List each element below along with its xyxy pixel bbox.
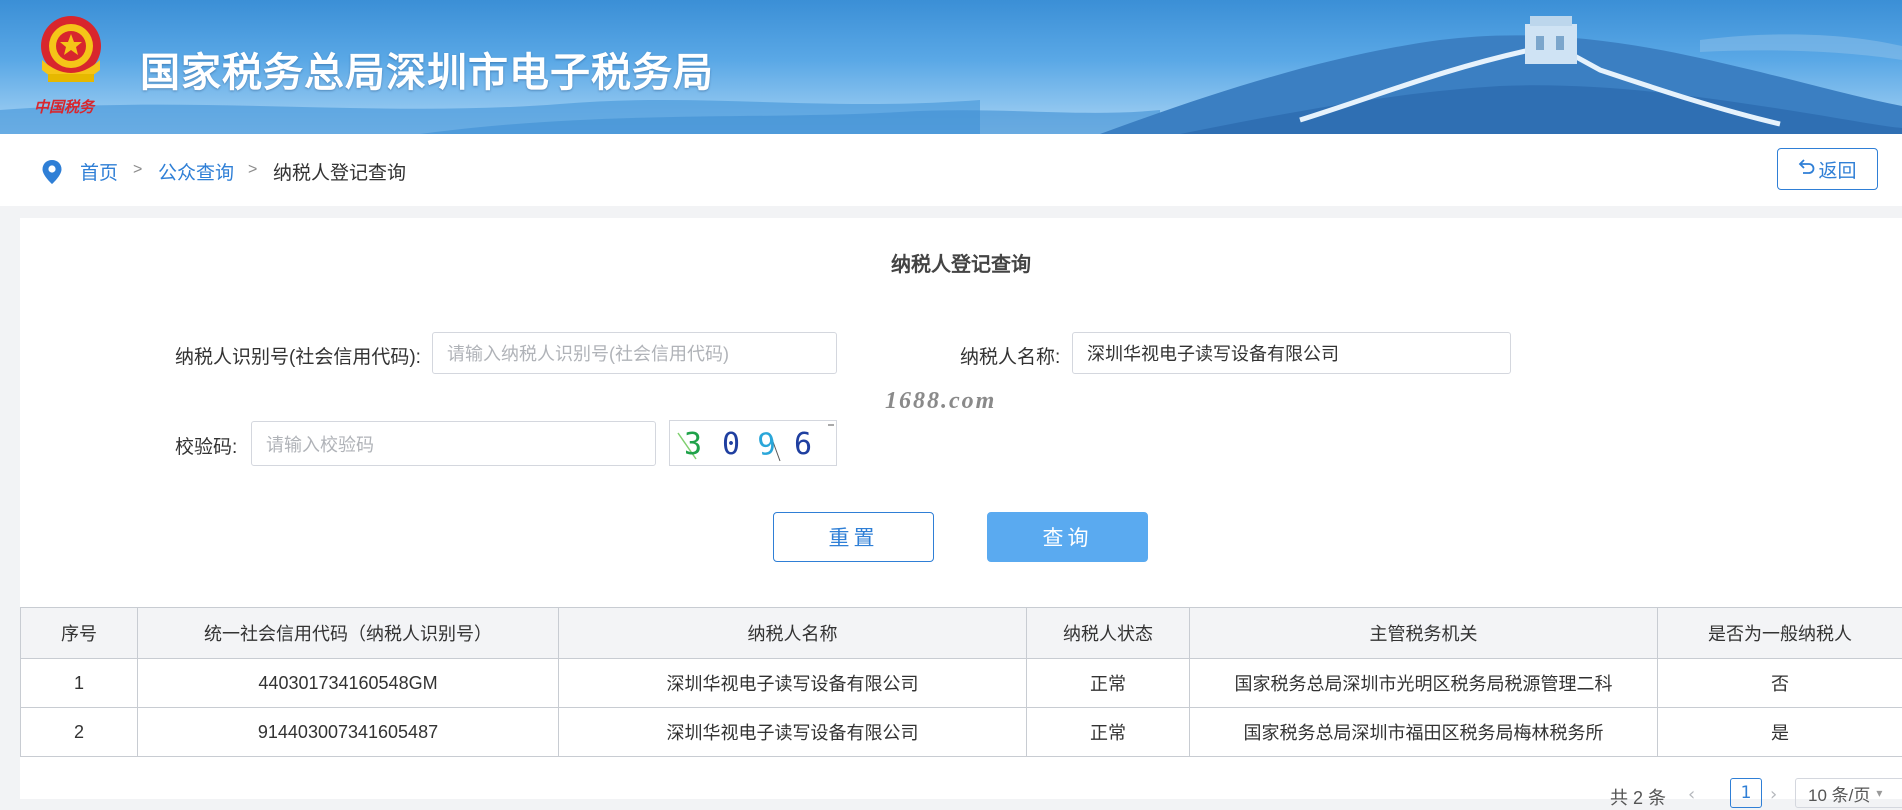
table-cell: 深圳华视电子读写设备有限公司	[559, 708, 1027, 757]
breadcrumb-separator: >	[133, 161, 142, 179]
taxpayer-name-label: 纳税人名称:	[960, 342, 1060, 369]
results-table: 序号 统一社会信用代码（纳税人识别号） 纳税人名称 纳税人状态 主管税务机关 是…	[20, 607, 1902, 757]
site-header-banner: 中国税务 国家税务总局深圳市电子税务局	[0, 0, 1902, 134]
svg-text:3: 3	[684, 427, 702, 462]
taxpayer-id-placeholder: 请输入纳税人识别号(社会信用代码)	[447, 340, 729, 366]
reset-button[interactable]: 重置	[773, 512, 934, 562]
column-header-general-taxpayer: 是否为一般纳税人	[1658, 608, 1902, 659]
return-icon	[1798, 158, 1816, 180]
taxpayer-name-value: 深圳华视电子读写设备有限公司	[1087, 340, 1339, 366]
site-title: 国家税务总局深圳市电子税务局	[140, 40, 714, 98]
pagination-current-page[interactable]: 1	[1730, 778, 1762, 808]
breadcrumb-home-link[interactable]: 首页	[80, 158, 118, 185]
breadcrumb: 首页 > 公众查询 > 纳税人登记查询 返回	[0, 134, 1902, 206]
column-header-index: 序号	[21, 608, 138, 659]
table-row: 2 914403007341605487 深圳华视电子读写设备有限公司 正常 国…	[21, 708, 1902, 757]
table-cell: 1	[21, 659, 138, 708]
table-cell: 正常	[1027, 659, 1190, 708]
captcha-input[interactable]: 请输入校验码	[251, 421, 656, 466]
location-pin-icon	[42, 160, 62, 188]
table-cell: 国家税务总局深圳市福田区税务局梅林税务所	[1190, 708, 1658, 757]
table-cell: 深圳华视电子读写设备有限公司	[559, 659, 1027, 708]
query-button[interactable]: 查询	[987, 512, 1148, 562]
chevron-down-icon: ▾	[1876, 786, 1882, 800]
page-size-value: 10 条/页	[1808, 781, 1870, 806]
svg-text:0: 0	[722, 427, 740, 462]
prev-page-icon[interactable]: ‹	[1688, 784, 1695, 805]
column-header-credit-code: 统一社会信用代码（纳税人识别号）	[138, 608, 559, 659]
captcha-label: 校验码:	[175, 432, 237, 459]
captcha-image-art: 3 0 9 6	[670, 421, 836, 465]
column-header-tax-authority: 主管税务机关	[1190, 608, 1658, 659]
next-page-icon[interactable]: ›	[1770, 784, 1777, 805]
captcha-placeholder: 请输入校验码	[266, 431, 374, 457]
watermark-text: 1688.com	[885, 388, 996, 415]
svg-text:9: 9	[756, 426, 778, 463]
table-header-row: 序号 统一社会信用代码（纳税人识别号） 纳税人名称 纳税人状态 主管税务机关 是…	[21, 608, 1902, 659]
table-cell: 是	[1658, 708, 1902, 757]
table-cell: 914403007341605487	[138, 708, 559, 757]
page-title: 纳税人登记查询	[20, 248, 1902, 277]
query-panel: 纳税人登记查询 纳税人识别号(社会信用代码): 请输入纳税人识别号(社会信用代码…	[20, 218, 1902, 799]
captcha-image[interactable]: 3 0 9 6	[669, 420, 837, 466]
back-button-label: 返回	[1818, 156, 1856, 183]
table-cell: 否	[1658, 659, 1902, 708]
taxpayer-name-input[interactable]: 深圳华视电子读写设备有限公司	[1072, 332, 1511, 374]
table-cell: 440301734160548GM	[138, 659, 559, 708]
table-cell: 国家税务总局深圳市光明区税务局税源管理二科	[1190, 659, 1658, 708]
back-button[interactable]: 返回	[1777, 148, 1878, 190]
table-cell: 正常	[1027, 708, 1190, 757]
svg-text:6: 6	[794, 427, 812, 462]
breadcrumb-current-page: 纳税人登记查询	[273, 158, 406, 185]
breadcrumb-public-query-link[interactable]: 公众查询	[158, 158, 234, 185]
pagination-total: 共 2 条	[1610, 784, 1666, 810]
taxpayer-id-input[interactable]: 请输入纳税人识别号(社会信用代码)	[432, 332, 837, 374]
column-header-taxpayer-name: 纳税人名称	[559, 608, 1027, 659]
column-header-taxpayer-status: 纳税人状态	[1027, 608, 1190, 659]
table-cell: 2	[21, 708, 138, 757]
emblem-caption: 中国税务	[34, 96, 94, 117]
table-row: 1 440301734160548GM 深圳华视电子读写设备有限公司 正常 国家…	[21, 659, 1902, 708]
page-size-select[interactable]: 10 条/页 ▾	[1795, 778, 1902, 808]
taxpayer-id-label: 纳税人识别号(社会信用代码):	[175, 342, 421, 369]
national-emblem-logo: 中国税务	[28, 8, 114, 120]
breadcrumb-separator: >	[248, 161, 257, 179]
